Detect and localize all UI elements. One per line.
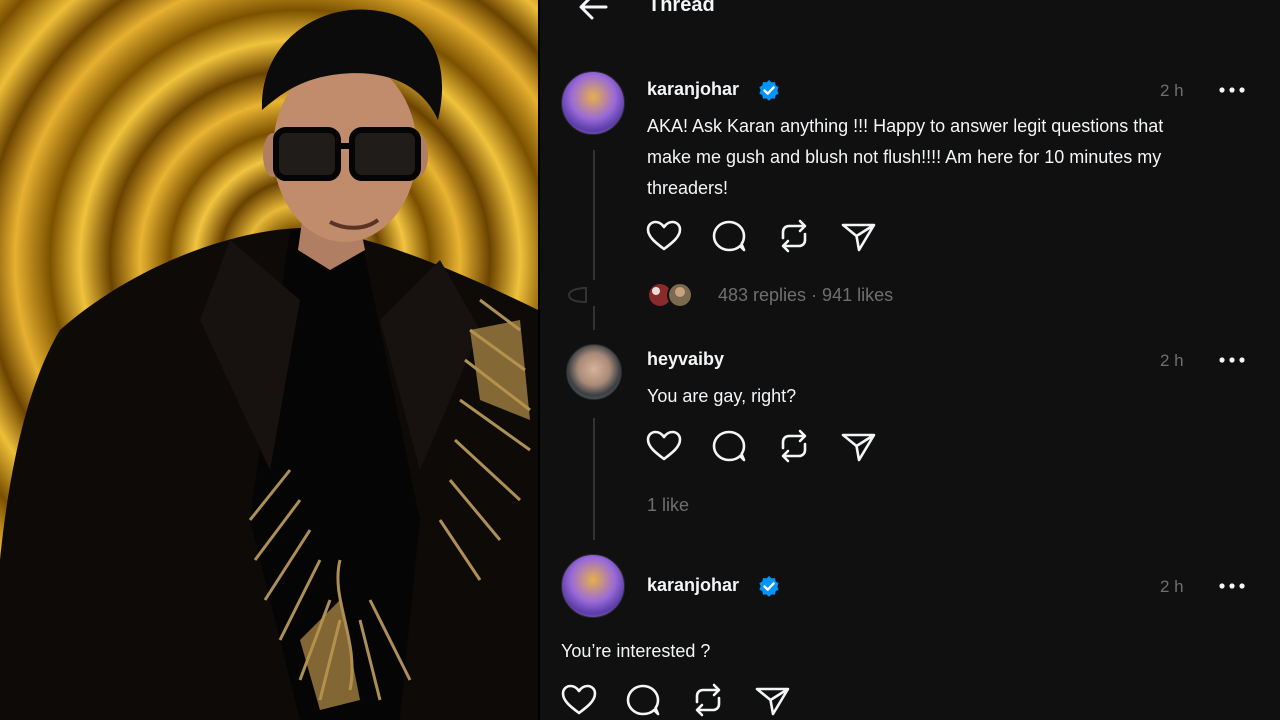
timestamp: 2 h — [1160, 81, 1184, 100]
username[interactable]: heyvaiby — [647, 349, 724, 370]
avatar[interactable] — [561, 554, 625, 618]
avatar[interactable] — [566, 344, 622, 400]
repost-icon[interactable] — [774, 218, 814, 254]
thread-line — [593, 418, 595, 540]
thread-line — [593, 306, 595, 330]
photo-panel — [0, 0, 538, 720]
post-text-line: threaders! — [647, 178, 729, 198]
heart-icon[interactable] — [559, 682, 599, 718]
heart-icon[interactable] — [644, 428, 684, 464]
avatar[interactable] — [561, 71, 625, 135]
username[interactable]: karanjohar — [647, 79, 739, 100]
post-text-line: make me gush and blush not flush!!!! Am … — [647, 147, 1162, 167]
more-options-icon[interactable] — [1215, 578, 1249, 594]
post-text: You are gay, right? — [647, 381, 796, 412]
more-options-icon[interactable] — [1215, 352, 1249, 368]
thread-line — [593, 150, 595, 280]
post-stats[interactable]: 483 replies · 941 likes — [718, 285, 893, 306]
repost-icon[interactable] — [688, 682, 728, 718]
arrow-left-icon[interactable] — [576, 0, 612, 22]
verified-badge-icon — [759, 80, 779, 101]
person-photo — [0, 9, 538, 720]
timestamp: 2 h — [1160, 577, 1184, 596]
comment-icon[interactable] — [710, 218, 750, 254]
post-text-line: AKA! Ask Karan anything !!! Happy to ans… — [647, 116, 1164, 136]
repost-icon[interactable] — [774, 428, 814, 464]
comment-icon[interactable] — [710, 428, 750, 464]
post-text-line: You are gay, right? — [647, 386, 797, 406]
thread-panel: Thread karanjohar 2 h AKA! Ask Karan any… — [540, 0, 1280, 720]
more-options-icon[interactable] — [1215, 82, 1249, 98]
share-icon[interactable] — [838, 218, 878, 254]
share-icon[interactable] — [752, 682, 792, 718]
timestamp: 2 h — [1160, 351, 1184, 370]
post-text: You’re interested ? — [561, 636, 710, 667]
post-text: AKA! Ask Karan anything !!! Happy to ans… — [647, 111, 1163, 204]
post-text-line: You’re interested ? — [561, 641, 711, 661]
post-stats[interactable]: 1 like — [647, 495, 689, 516]
thread-loop-icon — [567, 286, 587, 304]
page-title: Thread — [648, 0, 715, 16]
verified-badge-icon — [759, 576, 779, 597]
share-icon[interactable] — [838, 428, 878, 464]
username[interactable]: karanjohar — [647, 575, 739, 596]
comment-icon[interactable] — [624, 682, 664, 718]
thread-header: Thread — [540, 0, 1280, 30]
reply-avatars — [649, 282, 693, 308]
heart-icon[interactable] — [644, 218, 684, 254]
